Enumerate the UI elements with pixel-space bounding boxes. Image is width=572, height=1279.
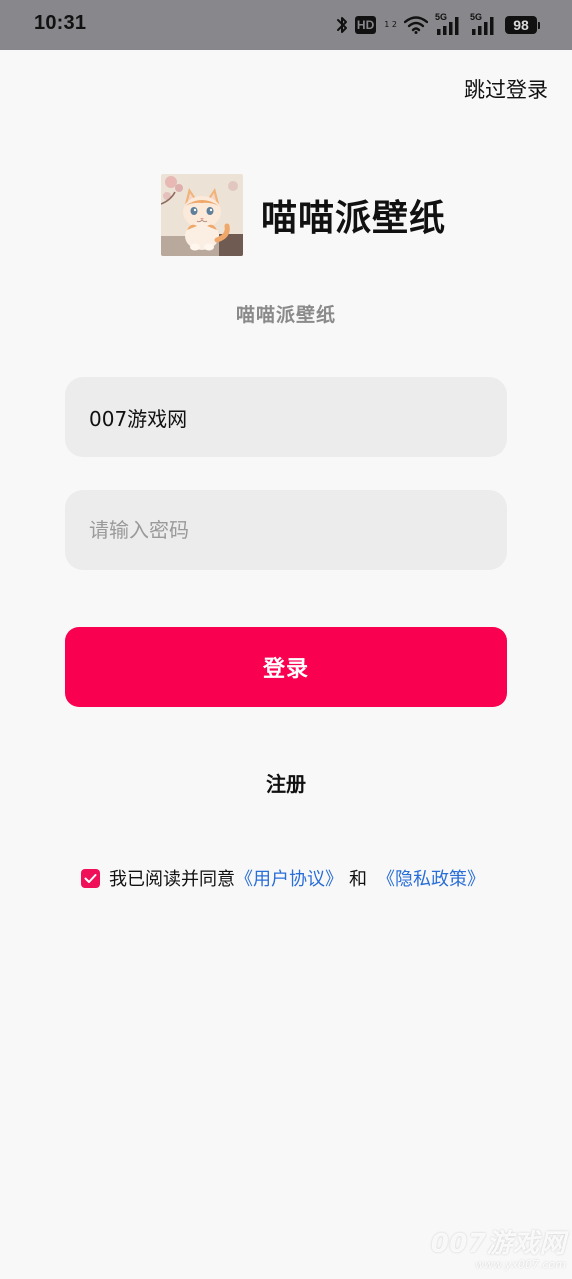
app-name: 喵喵派壁纸 [261, 198, 447, 239]
cat-logo-icon [161, 174, 243, 256]
account-input[interactable] [89, 405, 483, 429]
password-input[interactable] [89, 518, 483, 542]
agreement-row: 我已阅读并同意 《用户协议》 和 《隐私政策》 [81, 865, 485, 891]
login-button[interactable]: 登录 [65, 627, 507, 707]
watermark: 007游戏网 www.yx007.com [431, 1223, 566, 1271]
hd-label: HD [356, 18, 375, 32]
privacy-policy-link[interactable]: 《隐私政策》 [377, 865, 485, 891]
status-bar: 10:31 HD 1 2 5G 5G 98 [0, 0, 572, 50]
password-field[interactable] [65, 490, 507, 570]
wifi-icon [404, 16, 428, 34]
network-label-1: 5G [435, 12, 448, 22]
network-label-2: 5G [470, 12, 483, 22]
account-field[interactable] [65, 377, 507, 457]
watermark-title: 007游戏网 [430, 1229, 566, 1259]
checkmark-icon [84, 873, 97, 883]
bluetooth-icon [336, 17, 347, 33]
register-button[interactable]: 注册 [0, 768, 572, 797]
agreement-checkbox[interactable] [81, 868, 100, 888]
battery-tip [538, 21, 540, 29]
app-subtitle: 喵喵派壁纸 [235, 304, 336, 326]
agreement-and: 和 [349, 869, 367, 890]
hd-voice-icon: HD [354, 16, 377, 34]
battery-level: 98 [505, 16, 537, 34]
hd-sub-label: 1 2 [384, 20, 397, 29]
status-time: 10:31 [34, 12, 87, 34]
signal-5g-2: 5G [470, 12, 498, 36]
brand-header: 喵喵派壁纸 [161, 174, 446, 256]
user-agreement-link[interactable]: 《用户协议》 [235, 865, 343, 891]
status-icons: HD 1 2 5G 5G 98 [336, 12, 540, 37]
agreement-prefix: 我已阅读并同意 [109, 869, 235, 890]
battery-icon: 98 [505, 16, 540, 34]
skip-login-button[interactable]: 跳过登录 [464, 74, 548, 104]
signal-5g-1: 5G [435, 12, 463, 36]
